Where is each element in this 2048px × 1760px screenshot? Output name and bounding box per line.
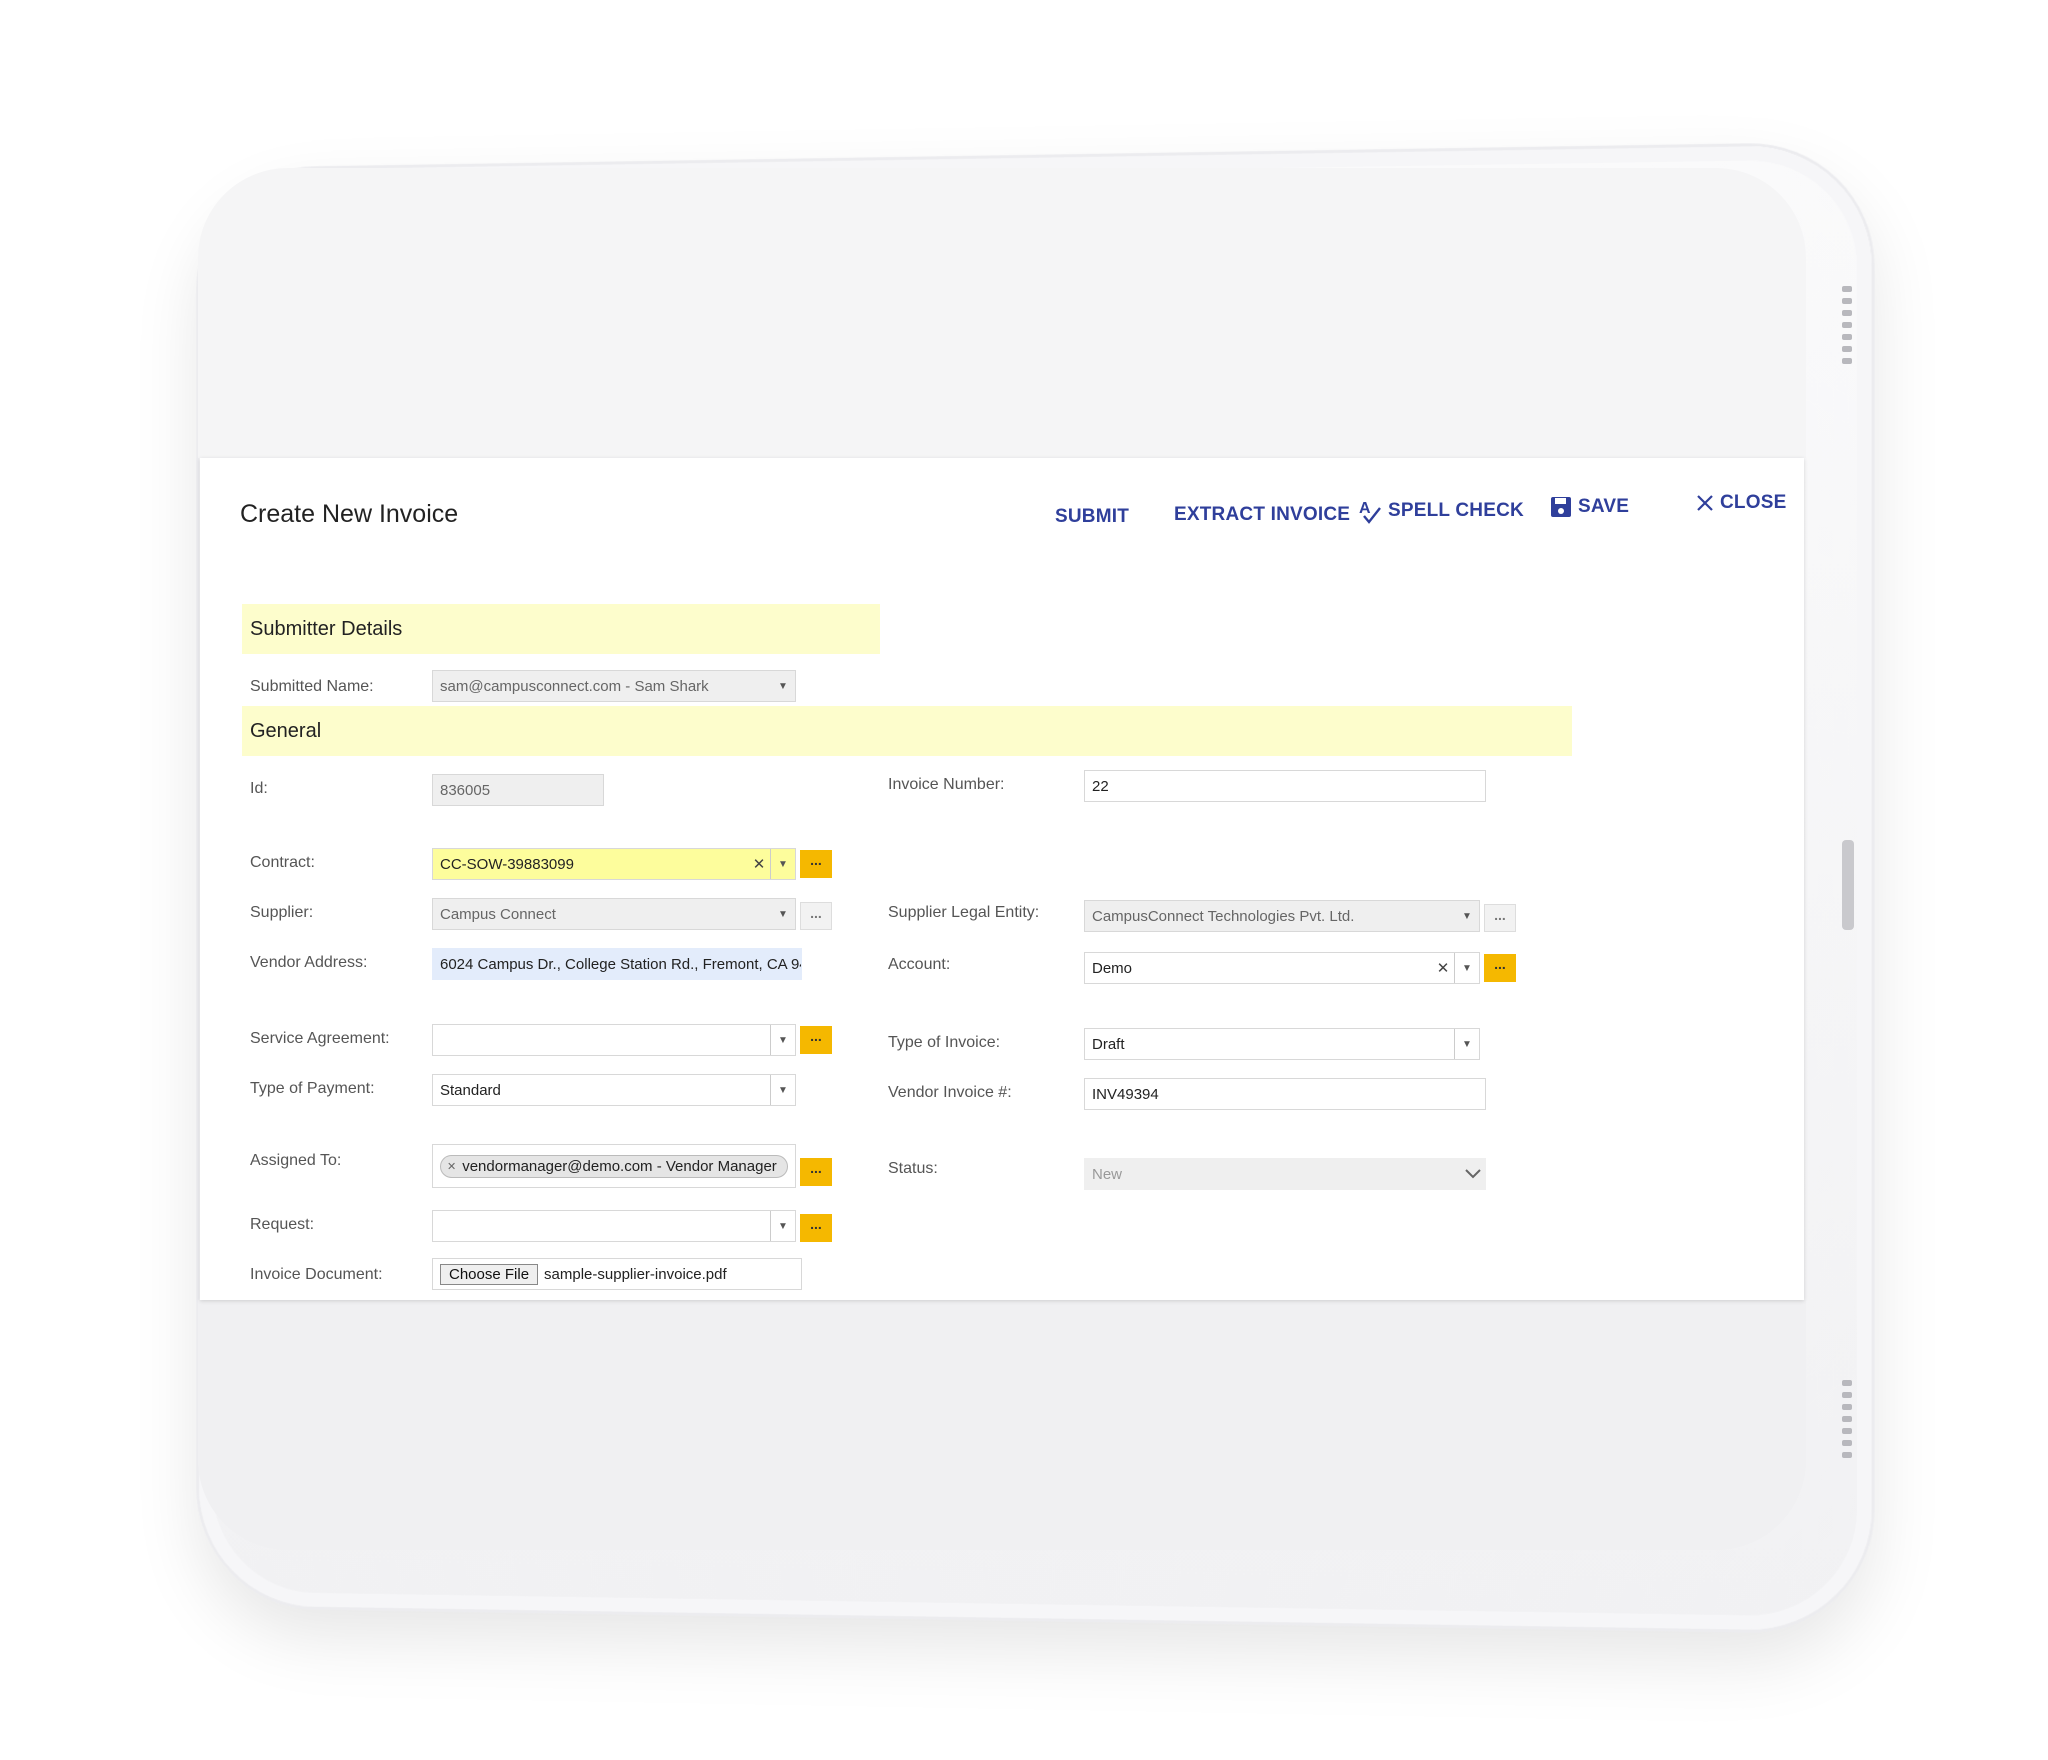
invoice-document-file-input[interactable]: Choose File sample-supplier-invoice.pdf (432, 1258, 802, 1290)
supplier-lookup-button[interactable]: ... (800, 902, 832, 930)
id-field: 836005 (432, 774, 604, 806)
account-lookup-button[interactable]: ... (1484, 954, 1516, 982)
screen-top-area (198, 168, 1806, 458)
type-of-payment-label: Type of Payment: (250, 1080, 375, 1097)
dropdown-arrow-icon[interactable]: ▼ (771, 899, 795, 929)
invoice-form-panel: Create New Invoice SUBMIT EXTRACT INVOIC… (200, 458, 1804, 1300)
save-label: SAVE (1578, 496, 1630, 517)
svg-text:A: A (1359, 500, 1371, 517)
spell-check-icon: A (1358, 498, 1382, 524)
supplier-label: Supplier: (250, 904, 314, 921)
dropdown-arrow-icon[interactable]: ▼ (770, 1075, 795, 1105)
submit-label: SUBMIT (1055, 506, 1130, 527)
invoice-number-input[interactable]: 22 (1084, 770, 1486, 802)
supplier-select[interactable]: Campus Connect ▼ (432, 898, 796, 930)
close-label: CLOSE (1720, 492, 1787, 513)
chevron-down-icon (1461, 1169, 1485, 1179)
submitted-name-value: sam@campusconnect.com - Sam Shark (440, 677, 709, 695)
section-general: General (242, 706, 1572, 756)
request-select[interactable]: ▼ (432, 1210, 796, 1242)
spell-check-button[interactable]: A SPELL CHECK (1358, 498, 1524, 524)
dropdown-arrow-icon[interactable]: ▼ (1455, 901, 1479, 931)
vendor-address-label: Vendor Address: (250, 954, 368, 971)
invoice-number-label: Invoice Number: (888, 776, 1005, 793)
type-of-payment-value: Standard (440, 1081, 501, 1099)
status-label: Status: (888, 1160, 938, 1177)
supplier-legal-entity-value: CampusConnect Technologies Pvt. Ltd. (1092, 907, 1355, 925)
supplier-legal-entity-lookup-button[interactable]: ... (1484, 904, 1516, 932)
service-agreement-lookup-button[interactable]: ... (800, 1026, 832, 1054)
type-of-invoice-value: Draft (1092, 1035, 1125, 1053)
type-of-invoice-select[interactable]: Draft ▼ (1084, 1028, 1480, 1060)
status-value: New (1092, 1165, 1123, 1183)
service-agreement-select[interactable]: ▼ (432, 1024, 796, 1056)
contract-select[interactable]: CC-SOW-39883099 ✕ ▼ (432, 848, 796, 880)
status-select: New (1084, 1158, 1486, 1190)
close-icon (1696, 494, 1714, 512)
dropdown-arrow-icon[interactable]: ▼ (1454, 953, 1479, 983)
vendor-invoice-input[interactable]: INV49394 (1084, 1078, 1486, 1110)
account-value: Demo (1092, 959, 1133, 977)
invoice-document-label: Invoice Document: (250, 1266, 383, 1283)
spell-check-label: SPELL CHECK (1388, 500, 1524, 521)
account-label: Account: (888, 956, 951, 973)
dropdown-arrow-icon[interactable]: ▼ (771, 671, 795, 701)
save-button[interactable]: SAVE (1550, 496, 1629, 518)
submitted-name-select[interactable]: sam@campusconnect.com - Sam Shark ▼ (432, 670, 796, 702)
id-value: 836005 (440, 781, 491, 799)
toolbar: SUBMIT EXTRACT INVOICE A SPELL CHECK SAV… (200, 478, 1804, 538)
assigned-to-lookup-button[interactable]: ... (800, 1158, 832, 1186)
request-label: Request: (250, 1216, 315, 1233)
vendor-invoice-label: Vendor Invoice #: (888, 1084, 1012, 1101)
vendor-invoice-value: INV49394 (1092, 1085, 1159, 1103)
save-icon (1550, 496, 1572, 518)
screen-bottom-area (198, 1300, 1806, 1550)
dropdown-arrow-icon[interactable]: ▼ (770, 849, 795, 879)
request-lookup-button[interactable]: ... (800, 1214, 832, 1242)
speaker-grille-top (1842, 286, 1852, 370)
supplier-legal-entity-label: Supplier Legal Entity: (888, 904, 1040, 921)
assigned-to-select[interactable]: ✕ vendormanager@demo.com - Vendor Manage… (432, 1144, 796, 1188)
extract-invoice-label: EXTRACT INVOICE (1174, 504, 1351, 525)
contract-value: CC-SOW-39883099 (440, 855, 574, 873)
contract-lookup-button[interactable]: ... (800, 850, 832, 878)
id-label: Id: (250, 780, 268, 797)
clear-icon[interactable]: ✕ (1432, 959, 1454, 977)
file-name-value: sample-supplier-invoice.pdf (544, 1265, 727, 1283)
assigned-user-value: vendormanager@demo.com - Vendor Manager (462, 1157, 777, 1175)
clear-icon[interactable]: ✕ (748, 855, 770, 873)
remove-icon[interactable]: ✕ (447, 1160, 456, 1173)
submitted-name-label: Submitted Name: (250, 678, 374, 695)
assigned-to-label: Assigned To: (250, 1152, 342, 1169)
type-of-payment-select[interactable]: Standard ▼ (432, 1074, 796, 1106)
submit-button[interactable]: SUBMIT (1055, 506, 1129, 528)
dropdown-arrow-icon[interactable]: ▼ (1454, 1029, 1479, 1059)
account-select[interactable]: Demo ✕ ▼ (1084, 952, 1480, 984)
choose-file-button[interactable]: Choose File (440, 1263, 539, 1285)
extract-invoice-button[interactable]: EXTRACT INVOICE (1174, 504, 1350, 526)
contract-label: Contract: (250, 854, 315, 871)
invoice-number-value: 22 (1092, 777, 1109, 795)
section-submitter-details: Submitter Details (242, 604, 880, 654)
supplier-legal-entity-select[interactable]: CampusConnect Technologies Pvt. Ltd. ▼ (1084, 900, 1480, 932)
dropdown-arrow-icon[interactable]: ▼ (770, 1025, 795, 1055)
assigned-user-chip[interactable]: ✕ vendormanager@demo.com - Vendor Manage… (440, 1154, 788, 1178)
service-agreement-label: Service Agreement: (250, 1030, 390, 1047)
side-button (1842, 840, 1854, 930)
vendor-address-field[interactable]: 6024 Campus Dr., College Station Rd., Fr… (432, 948, 802, 980)
close-button[interactable]: CLOSE (1696, 492, 1786, 514)
dropdown-arrow-icon[interactable]: ▼ (770, 1211, 795, 1241)
vendor-address-value: 6024 Campus Dr., College Station Rd., Fr… (440, 955, 801, 973)
speaker-grille-bottom (1842, 1380, 1852, 1464)
type-of-invoice-label: Type of Invoice: (888, 1034, 1001, 1051)
supplier-value: Campus Connect (440, 905, 556, 923)
